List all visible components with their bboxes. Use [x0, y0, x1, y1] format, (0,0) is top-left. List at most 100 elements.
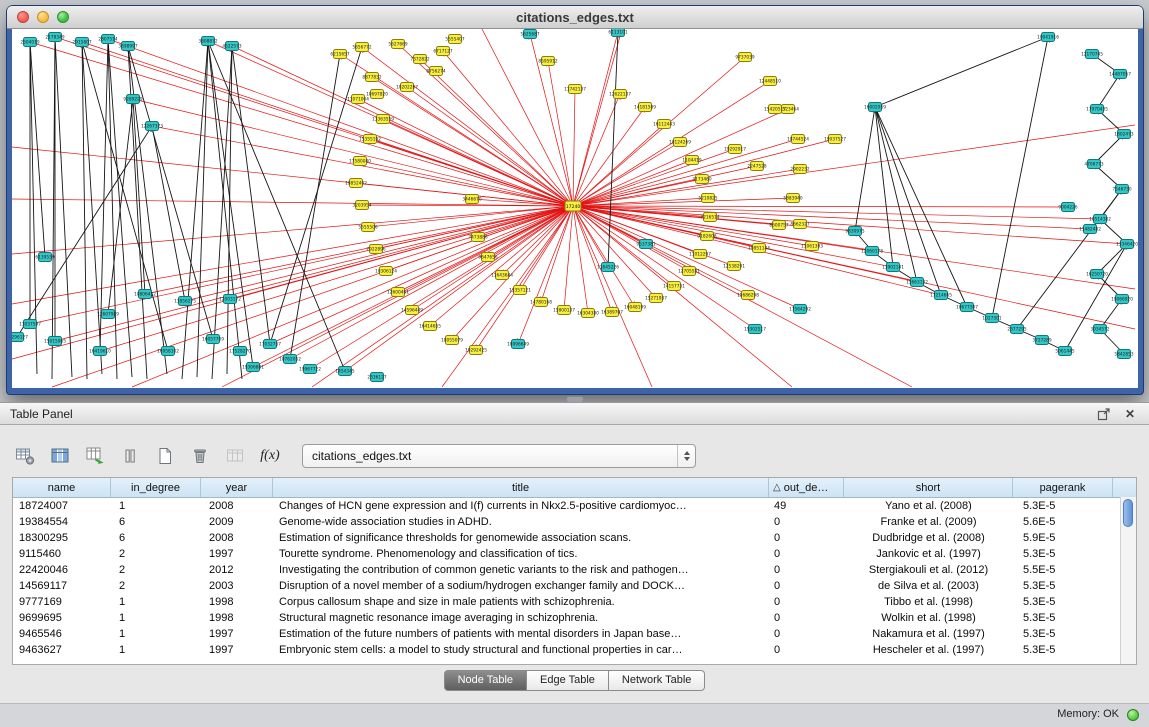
- cell-name[interactable]: 22420046: [13, 562, 111, 578]
- column-header-in_degree[interactable]: in_degree: [111, 478, 201, 497]
- cell-in_degree[interactable]: 2: [111, 578, 201, 594]
- cell-short[interactable]: Tibbo et al. (1998): [844, 594, 1013, 610]
- cell-name[interactable]: 18300295: [13, 530, 111, 546]
- cell-pagerank[interactable]: 5.3E-5: [1013, 642, 1113, 658]
- table-row[interactable]: 1938455462009Genome-wide association stu…: [13, 514, 1136, 530]
- cell-name[interactable]: 18724007: [13, 498, 111, 514]
- tab-edge-table[interactable]: Edge Table: [527, 670, 609, 691]
- cell-short[interactable]: Hescheler et al. (1997): [844, 642, 1013, 658]
- network-canvas[interactable]: 6215657565677256276697372822671712755554…: [12, 29, 1138, 388]
- close-button[interactable]: [17, 11, 29, 23]
- scrollbar-thumb[interactable]: [1123, 499, 1133, 527]
- cell-short[interactable]: Jankovic et al. (1997): [844, 546, 1013, 562]
- window-titlebar[interactable]: citations_edges.txt: [7, 6, 1143, 29]
- cell-year[interactable]: 1998: [201, 610, 273, 626]
- cell-in_degree[interactable]: 1: [111, 626, 201, 642]
- cell-out_degree[interactable]: 0: [769, 530, 844, 546]
- cell-year[interactable]: 2008: [201, 498, 273, 514]
- table-selector-dropdown[interactable]: citations_edges.txt: [302, 444, 696, 468]
- cell-pagerank[interactable]: 5.5E-5: [1013, 562, 1113, 578]
- cell-out_degree[interactable]: 0: [769, 514, 844, 530]
- cell-title[interactable]: Tourette syndrome. Phenomenology and cla…: [273, 546, 769, 562]
- cell-in_degree[interactable]: 1: [111, 594, 201, 610]
- column-header-title[interactable]: title: [273, 478, 769, 497]
- table-row[interactable]: 946362711997Embryonic stem cells: a mode…: [13, 642, 1136, 658]
- cell-out_degree[interactable]: 0: [769, 594, 844, 610]
- float-panel-icon[interactable]: [1095, 406, 1113, 422]
- cell-name[interactable]: 9463627: [13, 642, 111, 658]
- table-mode-icon[interactable]: [12, 443, 38, 469]
- cell-short[interactable]: Wolkin et al. (1998): [844, 610, 1013, 626]
- cell-short[interactable]: Stergiakouli et al. (2012): [844, 562, 1013, 578]
- table-row[interactable]: 969969511998Structural magnetic resonanc…: [13, 610, 1136, 626]
- vertical-scrollbar[interactable]: [1120, 497, 1136, 664]
- cell-name[interactable]: 9465546: [13, 626, 111, 642]
- cell-name[interactable]: 14569117: [13, 578, 111, 594]
- cell-year[interactable]: 2008: [201, 530, 273, 546]
- function-builder-icon[interactable]: f(x): [257, 443, 283, 469]
- cell-in_degree[interactable]: 2: [111, 562, 201, 578]
- cell-title[interactable]: Embryonic stem cells: a model to study s…: [273, 642, 769, 658]
- cell-name[interactable]: 9777169: [13, 594, 111, 610]
- cell-pagerank[interactable]: 5.6E-5: [1013, 514, 1113, 530]
- column-header-name[interactable]: name: [13, 478, 111, 497]
- table-row[interactable]: 977716911998Corpus callosum shape and si…: [13, 594, 1136, 610]
- cell-out_degree[interactable]: 0: [769, 642, 844, 658]
- tab-network-table[interactable]: Network Table: [609, 670, 706, 691]
- cell-in_degree[interactable]: 1: [111, 498, 201, 514]
- cell-year[interactable]: 2009: [201, 514, 273, 530]
- table-row[interactable]: 911546021997Tourette syndrome. Phenomeno…: [13, 546, 1136, 562]
- cell-title[interactable]: Investigating the contribution of common…: [273, 562, 769, 578]
- cell-title[interactable]: Changes of HCN gene expression and I(f) …: [273, 498, 769, 514]
- cell-pagerank[interactable]: 5.3E-5: [1013, 578, 1113, 594]
- cell-year[interactable]: 2012: [201, 562, 273, 578]
- column-header-pagerank[interactable]: pagerank: [1013, 478, 1113, 497]
- cell-name[interactable]: 9699695: [13, 610, 111, 626]
- cell-in_degree[interactable]: 1: [111, 642, 201, 658]
- column-header-year[interactable]: year: [201, 478, 273, 497]
- cell-title[interactable]: Disruption of a novel member of a sodium…: [273, 578, 769, 594]
- table-row[interactable]: 2242004622012Investigating the contribut…: [13, 562, 1136, 578]
- cell-short[interactable]: Franke et al. (2009): [844, 514, 1013, 530]
- cell-year[interactable]: 1997: [201, 626, 273, 642]
- cell-pagerank[interactable]: 5.3E-5: [1013, 626, 1113, 642]
- table-row[interactable]: 1456911722003Disruption of a novel membe…: [13, 578, 1136, 594]
- cell-pagerank[interactable]: 5.3E-5: [1013, 546, 1113, 562]
- cell-title[interactable]: Estimation of significance thresholds fo…: [273, 530, 769, 546]
- cell-out_degree[interactable]: 0: [769, 546, 844, 562]
- cell-in_degree[interactable]: 2: [111, 546, 201, 562]
- cell-in_degree[interactable]: 1: [111, 610, 201, 626]
- cell-year[interactable]: 1997: [201, 546, 273, 562]
- cell-title[interactable]: Estimation of the future numbers of pati…: [273, 626, 769, 642]
- close-panel-icon[interactable]: ✕: [1121, 406, 1139, 422]
- cell-name[interactable]: 19384554: [13, 514, 111, 530]
- cell-pagerank[interactable]: 5.9E-5: [1013, 530, 1113, 546]
- cell-pagerank[interactable]: 5.3E-5: [1013, 594, 1113, 610]
- cell-out_degree[interactable]: 0: [769, 562, 844, 578]
- network-svg[interactable]: 6215657565677256276697372822671712755554…: [12, 29, 1138, 388]
- row-height-icon[interactable]: [117, 443, 143, 469]
- cell-short[interactable]: Yano et al. (2008): [844, 498, 1013, 514]
- cell-short[interactable]: Nakamura et al. (1997): [844, 626, 1013, 642]
- cell-in_degree[interactable]: 6: [111, 530, 201, 546]
- cell-in_degree[interactable]: 6: [111, 514, 201, 530]
- cell-pagerank[interactable]: 5.3E-5: [1013, 610, 1113, 626]
- zoom-button[interactable]: [57, 11, 69, 23]
- import-table-icon[interactable]: [222, 443, 248, 469]
- cell-pagerank[interactable]: 5.3E-5: [1013, 498, 1113, 514]
- table-row[interactable]: 1872400712008Changes of HCN gene express…: [13, 498, 1136, 514]
- delete-table-icon[interactable]: [187, 443, 213, 469]
- table-row[interactable]: 1830029562008Estimation of significance …: [13, 530, 1136, 546]
- show-columns-icon[interactable]: [47, 443, 73, 469]
- cell-year[interactable]: 1998: [201, 594, 273, 610]
- column-header-short[interactable]: short: [844, 478, 1013, 497]
- cell-short[interactable]: de Silva et al. (2003): [844, 578, 1013, 594]
- cell-out_degree[interactable]: 0: [769, 578, 844, 594]
- cell-out_degree[interactable]: 0: [769, 626, 844, 642]
- cell-name[interactable]: 9115460: [13, 546, 111, 562]
- cell-year[interactable]: 2003: [201, 578, 273, 594]
- new-table-icon[interactable]: [152, 443, 178, 469]
- minimize-button[interactable]: [37, 11, 49, 23]
- cell-out_degree[interactable]: 0: [769, 610, 844, 626]
- cell-out_degree[interactable]: 49: [769, 498, 844, 514]
